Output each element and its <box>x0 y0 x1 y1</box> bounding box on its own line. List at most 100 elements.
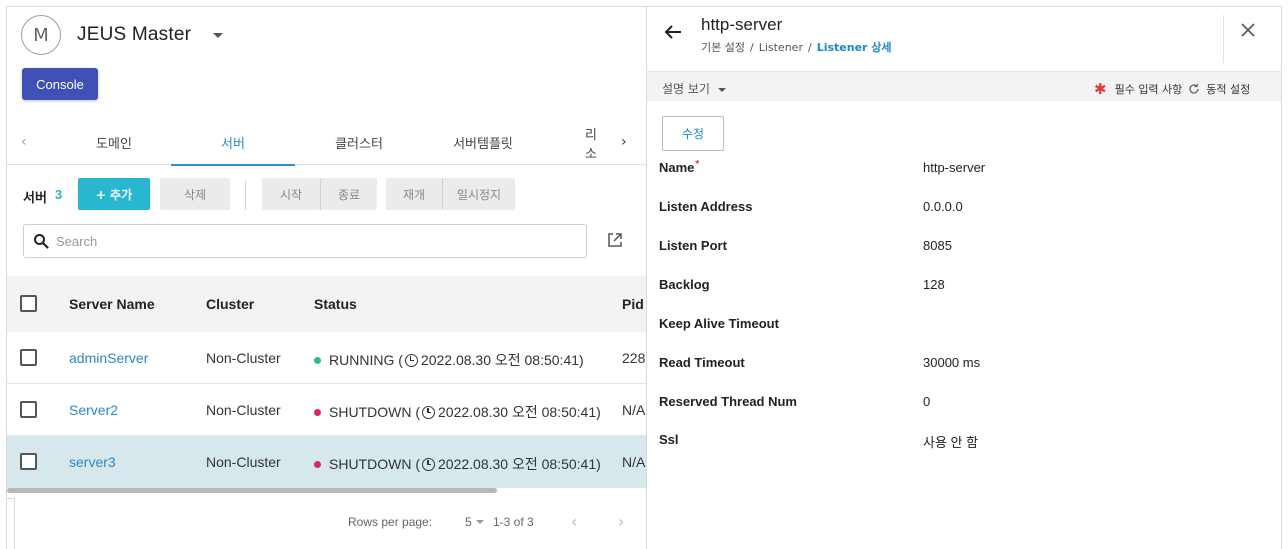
status-text: SHUTDOWN <box>329 404 412 420</box>
property-value-ssl: 사용 안 함 <box>923 435 979 450</box>
server-name-link[interactable]: server3 <box>69 454 116 470</box>
breadcrumb-item[interactable]: 기본 설정 <box>701 41 745 54</box>
status-time: 2022.08.30 오전 08:50:41 <box>420 352 580 368</box>
property-label-read-timeout: Read Timeout <box>659 355 745 370</box>
page-range: 1-3 of 3 <box>493 515 534 529</box>
add-server-button[interactable]: + 추가 <box>78 178 150 210</box>
property-label-listen-port: Listen Port <box>659 238 727 253</box>
refresh-icon <box>1189 83 1199 94</box>
status-dot-icon <box>314 356 321 364</box>
close-icon[interactable] <box>1241 23 1255 37</box>
required-star-icon: * <box>695 159 700 170</box>
resume-server-button[interactable]: 재개 <box>386 178 442 210</box>
rows-per-page-select[interactable]: 5 <box>465 515 488 529</box>
property-label-reserved-thread-num: Reserved Thread Num <box>659 394 797 409</box>
table-row[interactable]: Server2 Non-Cluster SHUTDOWN (2022.08.30… <box>7 384 646 436</box>
tab-cluster[interactable]: 클러스터 <box>307 120 411 165</box>
start-server-button[interactable]: 시작 <box>262 178 320 210</box>
breadcrumb-item[interactable]: Listener <box>759 41 803 54</box>
status-dot-icon <box>314 408 321 416</box>
chevron-right-icon[interactable]: › <box>621 134 627 150</box>
property-value-listen-port: 8085 <box>923 238 952 253</box>
search-box <box>23 224 587 258</box>
table-header: Server Name Cluster Status Pid <box>7 276 646 332</box>
open-external-icon[interactable] <box>607 232 623 248</box>
search-input[interactable] <box>56 226 576 256</box>
select-all-checkbox[interactable] <box>20 295 37 312</box>
row-checkbox[interactable] <box>20 401 37 418</box>
status-dot-icon <box>314 460 321 468</box>
tab-server-template[interactable]: 서버템플릿 <box>427 120 539 165</box>
server-toolbar: 서버 3 + 추가 삭제 시작 종료 재개 일시정지 <box>7 178 646 212</box>
status-cell: RUNNING (2022.08.30 오전 08:50:41) <box>314 350 584 370</box>
tab-server[interactable]: 서버 <box>171 120 295 166</box>
listener-detail-panel: http-server 기본 설정 / Listener / Listener 상세 설… <box>646 6 1282 549</box>
property-label-listen-address: Listen Address <box>659 199 753 214</box>
next-page-icon[interactable]: › <box>618 512 624 531</box>
property-label-name: Name* <box>659 159 700 175</box>
chevron-down-icon <box>717 87 726 92</box>
tab-domain[interactable]: 도메인 <box>69 120 159 165</box>
dynamic-label: 동적 설정 <box>1206 83 1251 96</box>
status-text: RUNNING <box>329 352 395 368</box>
property-label-ssl: Ssl <box>659 432 679 447</box>
property-value-reserved-thread-num: 0 <box>923 394 931 409</box>
row-checkbox[interactable] <box>20 349 37 366</box>
table-row[interactable]: adminServer Non-Cluster RUNNING (2022.08… <box>7 332 646 384</box>
pagination: Rows per page: 5 1-3 of 3 ‹ › <box>7 512 646 532</box>
detail-subbar: 설명 보기 ✱ 필수 입력 사항 동적 설정 <box>647 71 1281 101</box>
prev-page-icon[interactable]: ‹ <box>571 512 577 531</box>
tab-resource[interactable]: 리소 <box>585 120 607 165</box>
status-time: 2022.08.30 오전 08:50:41 <box>438 456 597 472</box>
status-paren-close: ) <box>596 456 601 472</box>
required-star-icon: ✱ <box>1094 80 1107 98</box>
horizontal-scrollbar[interactable] <box>7 488 497 493</box>
status-text: SHUTDOWN <box>329 456 412 472</box>
search-icon <box>34 234 49 249</box>
detail-title: http-server <box>701 15 783 34</box>
pid-cell: N/A <box>622 454 646 470</box>
property-label-backlog: Backlog <box>659 277 710 292</box>
app-header[interactable]: M JEUS Master <box>21 15 224 55</box>
breadcrumb-current: Listener 상세 <box>816 41 892 54</box>
suspend-server-button[interactable]: 일시정지 <box>443 178 515 210</box>
status-paren-open: ( <box>411 404 420 420</box>
status-cell: SHUTDOWN (2022.08.30 오전 08:50:41) <box>314 402 601 422</box>
column-header-pid[interactable]: Pid <box>622 296 644 312</box>
breadcrumb-separator: / <box>807 41 812 54</box>
row-checkbox[interactable] <box>20 453 37 470</box>
required-label: 필수 입력 사항 <box>1114 83 1183 96</box>
chevron-down-icon[interactable] <box>213 32 224 38</box>
property-value-listen-address: 0.0.0.0 <box>923 199 963 214</box>
cluster-cell: Non-Cluster <box>206 454 281 470</box>
edit-button[interactable]: 수정 <box>662 116 724 151</box>
status-paren-open: ( <box>411 456 420 472</box>
stop-server-button[interactable]: 종료 <box>321 178 377 210</box>
description-toggle-label: 설명 보기 <box>662 82 710 96</box>
property-value-read-timeout: 30000 ms <box>923 355 981 370</box>
status-paren-close: ) <box>579 352 584 368</box>
tab-bar: ‹ 도메인 서버 클러스터 서버템플릿 리소 › <box>7 120 646 166</box>
caret-down-icon <box>475 519 484 524</box>
server-count: 3 <box>55 187 63 202</box>
app-title: JEUS Master <box>77 24 192 45</box>
status-time: 2022.08.30 오전 08:50:41 <box>438 404 597 420</box>
property-value-backlog: 128 <box>923 277 945 292</box>
cluster-cell: Non-Cluster <box>206 402 281 418</box>
server-name-link[interactable]: Server2 <box>69 402 118 418</box>
clock-icon <box>422 457 435 471</box>
server-name-link[interactable]: adminServer <box>69 350 148 366</box>
breadcrumb-separator: / <box>749 41 754 54</box>
column-header-server-name[interactable]: Server Name <box>69 296 155 312</box>
toolbar-divider <box>245 180 246 210</box>
column-header-cluster[interactable]: Cluster <box>206 296 254 312</box>
rows-per-page-label: Rows per page: <box>348 515 433 529</box>
back-arrow-icon[interactable] <box>663 22 683 42</box>
column-header-status[interactable]: Status <box>314 296 357 312</box>
delete-server-button[interactable]: 삭제 <box>160 178 230 210</box>
table-row[interactable]: server3 Non-Cluster SHUTDOWN (2022.08.30… <box>7 436 646 488</box>
status-paren-close: ) <box>596 404 601 420</box>
chevron-left-icon[interactable]: ‹ <box>21 134 27 150</box>
description-toggle[interactable]: 설명 보기 <box>662 80 726 97</box>
console-button[interactable]: Console <box>22 68 98 100</box>
